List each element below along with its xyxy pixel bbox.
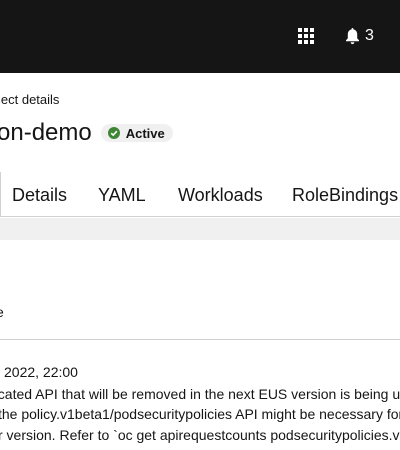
body-text: e (0, 304, 4, 320)
section-divider (0, 339, 400, 340)
alert-message-line: the policy.v1beta1/podsecuritypolicies A… (0, 406, 400, 422)
bell-icon (346, 28, 359, 45)
tab-details[interactable]: Details (12, 184, 67, 206)
status-label: Active (125, 125, 165, 141)
alert-message-line: ecated API that will be removed in the n… (0, 386, 400, 402)
tab-yaml[interactable]: YAML (98, 184, 146, 206)
tab-rolebindings[interactable]: RoleBindings (292, 184, 398, 206)
tab-bar: Details YAML Workloads RoleBindings (0, 172, 400, 217)
grid-apps-icon[interactable] (298, 28, 314, 44)
tab-bar-divider (0, 172, 1, 217)
notification-count: 3 (365, 27, 374, 44)
status-badge: Active (100, 124, 173, 142)
content-band (0, 218, 400, 240)
page-header: on-demo Active (0, 117, 173, 149)
masthead: 3 (0, 0, 400, 73)
page-title: on-demo (0, 119, 92, 146)
tab-workloads[interactable]: Workloads (178, 184, 263, 206)
check-circle-icon (107, 127, 120, 139)
breadcrumb[interactable]: ject details (0, 92, 59, 107)
alert-timestamp: 2022, 22:00 (4, 364, 78, 380)
notification-button[interactable]: 3 (344, 24, 374, 48)
alert-message-line: r version. Refer to `oc get apirequestco… (0, 427, 400, 443)
